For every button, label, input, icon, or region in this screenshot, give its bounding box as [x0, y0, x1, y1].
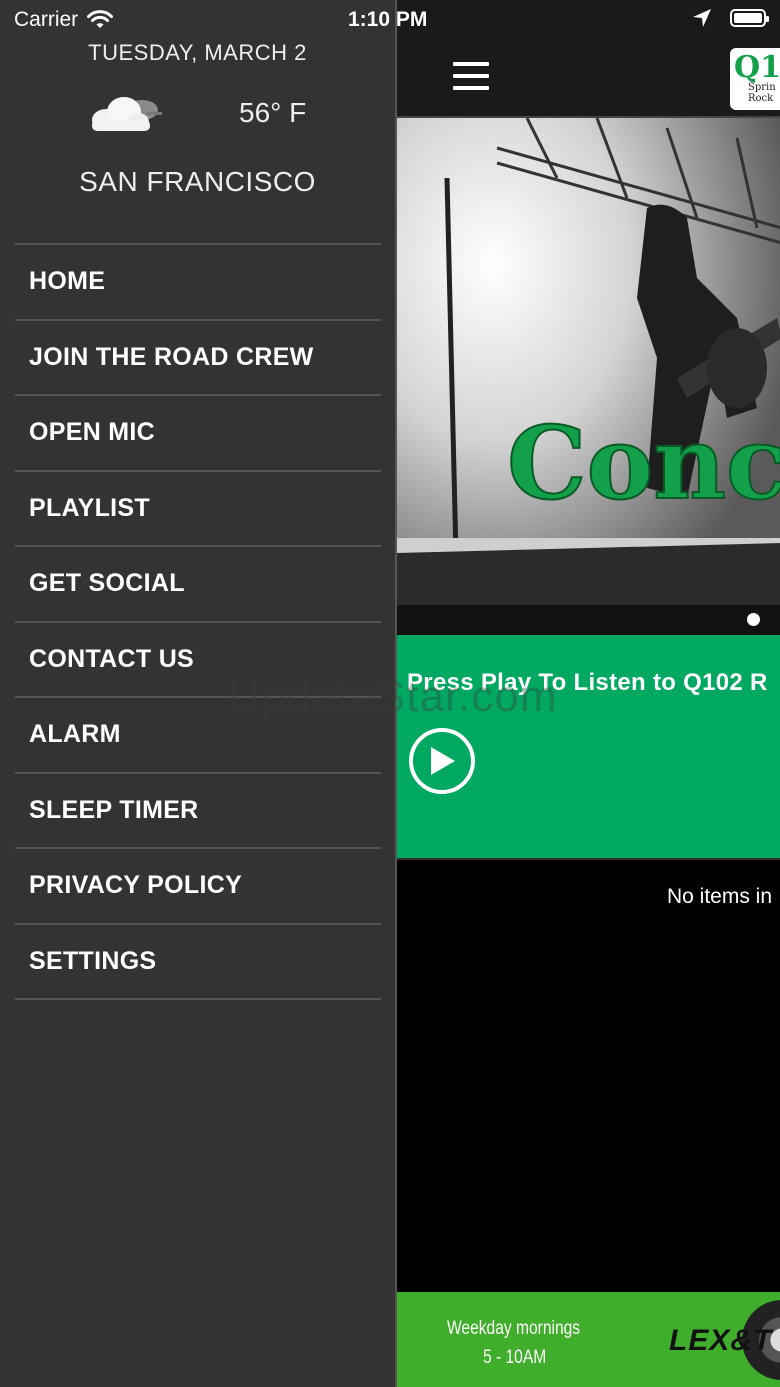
- carousel-dot-active[interactable]: [747, 613, 760, 626]
- temperature-label: 56° F: [239, 97, 307, 128]
- logo-subtext: Sprin Rock: [748, 82, 776, 104]
- play-button[interactable]: [409, 728, 475, 794]
- player-title: Press Play To Listen to Q102 R: [407, 669, 768, 696]
- location-arrow-icon: [693, 9, 711, 27]
- date-label: TUESDAY, MARCH 2: [88, 40, 307, 65]
- banner-line1: Weekday mornings: [447, 1318, 581, 1339]
- menu-item-privacy-policy[interactable]: PRIVACY POLICY: [15, 849, 381, 925]
- cloud-icon: [92, 97, 162, 131]
- play-icon: [431, 747, 455, 775]
- menu-item-sleep-timer[interactable]: SLEEP TIMER: [15, 774, 381, 849]
- empty-list-message: No items in: [667, 885, 773, 908]
- menu-item-settings[interactable]: SETTINGS: [15, 925, 381, 1000]
- player-card: Press Play To Listen to Q102 R: [397, 635, 780, 860]
- menu-item-contact-us[interactable]: CONTACT US: [15, 623, 381, 698]
- menu-item-get-social[interactable]: GET SOCIAL: [15, 547, 381, 623]
- hero-carousel-image[interactable]: Conc: [397, 118, 780, 605]
- banner-line2: 5 - 10AM: [483, 1347, 547, 1368]
- banner-brand: LEX&T: [669, 1324, 773, 1357]
- status-time: 1:10 PM: [348, 8, 428, 31]
- sidebar-drawer: TUESDAY, MARCH 2 56° F SAN FRANCISCO HOM…: [0, 0, 395, 1387]
- show-banner[interactable]: Weekday mornings 5 - 10AM LEX&T: [397, 1292, 780, 1387]
- menu-item-playlist[interactable]: PLAYLIST: [15, 472, 381, 547]
- menu-item-home[interactable]: HOME: [15, 245, 381, 321]
- carrier-indicator: Carrier: [14, 8, 114, 32]
- menu-icon[interactable]: [453, 62, 489, 90]
- menu-item-join-road-crew[interactable]: JOIN THE ROAD CREW: [15, 321, 381, 396]
- station-logo: Q10 Sprin Rock: [730, 48, 780, 110]
- battery-icon: [730, 9, 769, 27]
- carrier-label: Carrier: [14, 8, 79, 31]
- city-label: SAN FRANCISCO: [79, 166, 316, 197]
- hero-overlay-text: Conc: [507, 404, 780, 522]
- menu-item-open-mic[interactable]: OPEN MIC: [15, 396, 381, 472]
- carousel-pagination: [397, 605, 780, 635]
- wifi-icon: [87, 10, 114, 28]
- concert-photo: Conc: [397, 118, 780, 605]
- menu-item-alarm[interactable]: ALARM: [15, 698, 381, 774]
- main-content: Q10 Sprin Rock: [395, 0, 780, 1387]
- status-bar: Carrier 1:10 PM: [0, 0, 780, 40]
- sidebar-menu: HOME JOIN THE ROAD CREW OPEN MIC PLAYLIS…: [15, 243, 381, 1000]
